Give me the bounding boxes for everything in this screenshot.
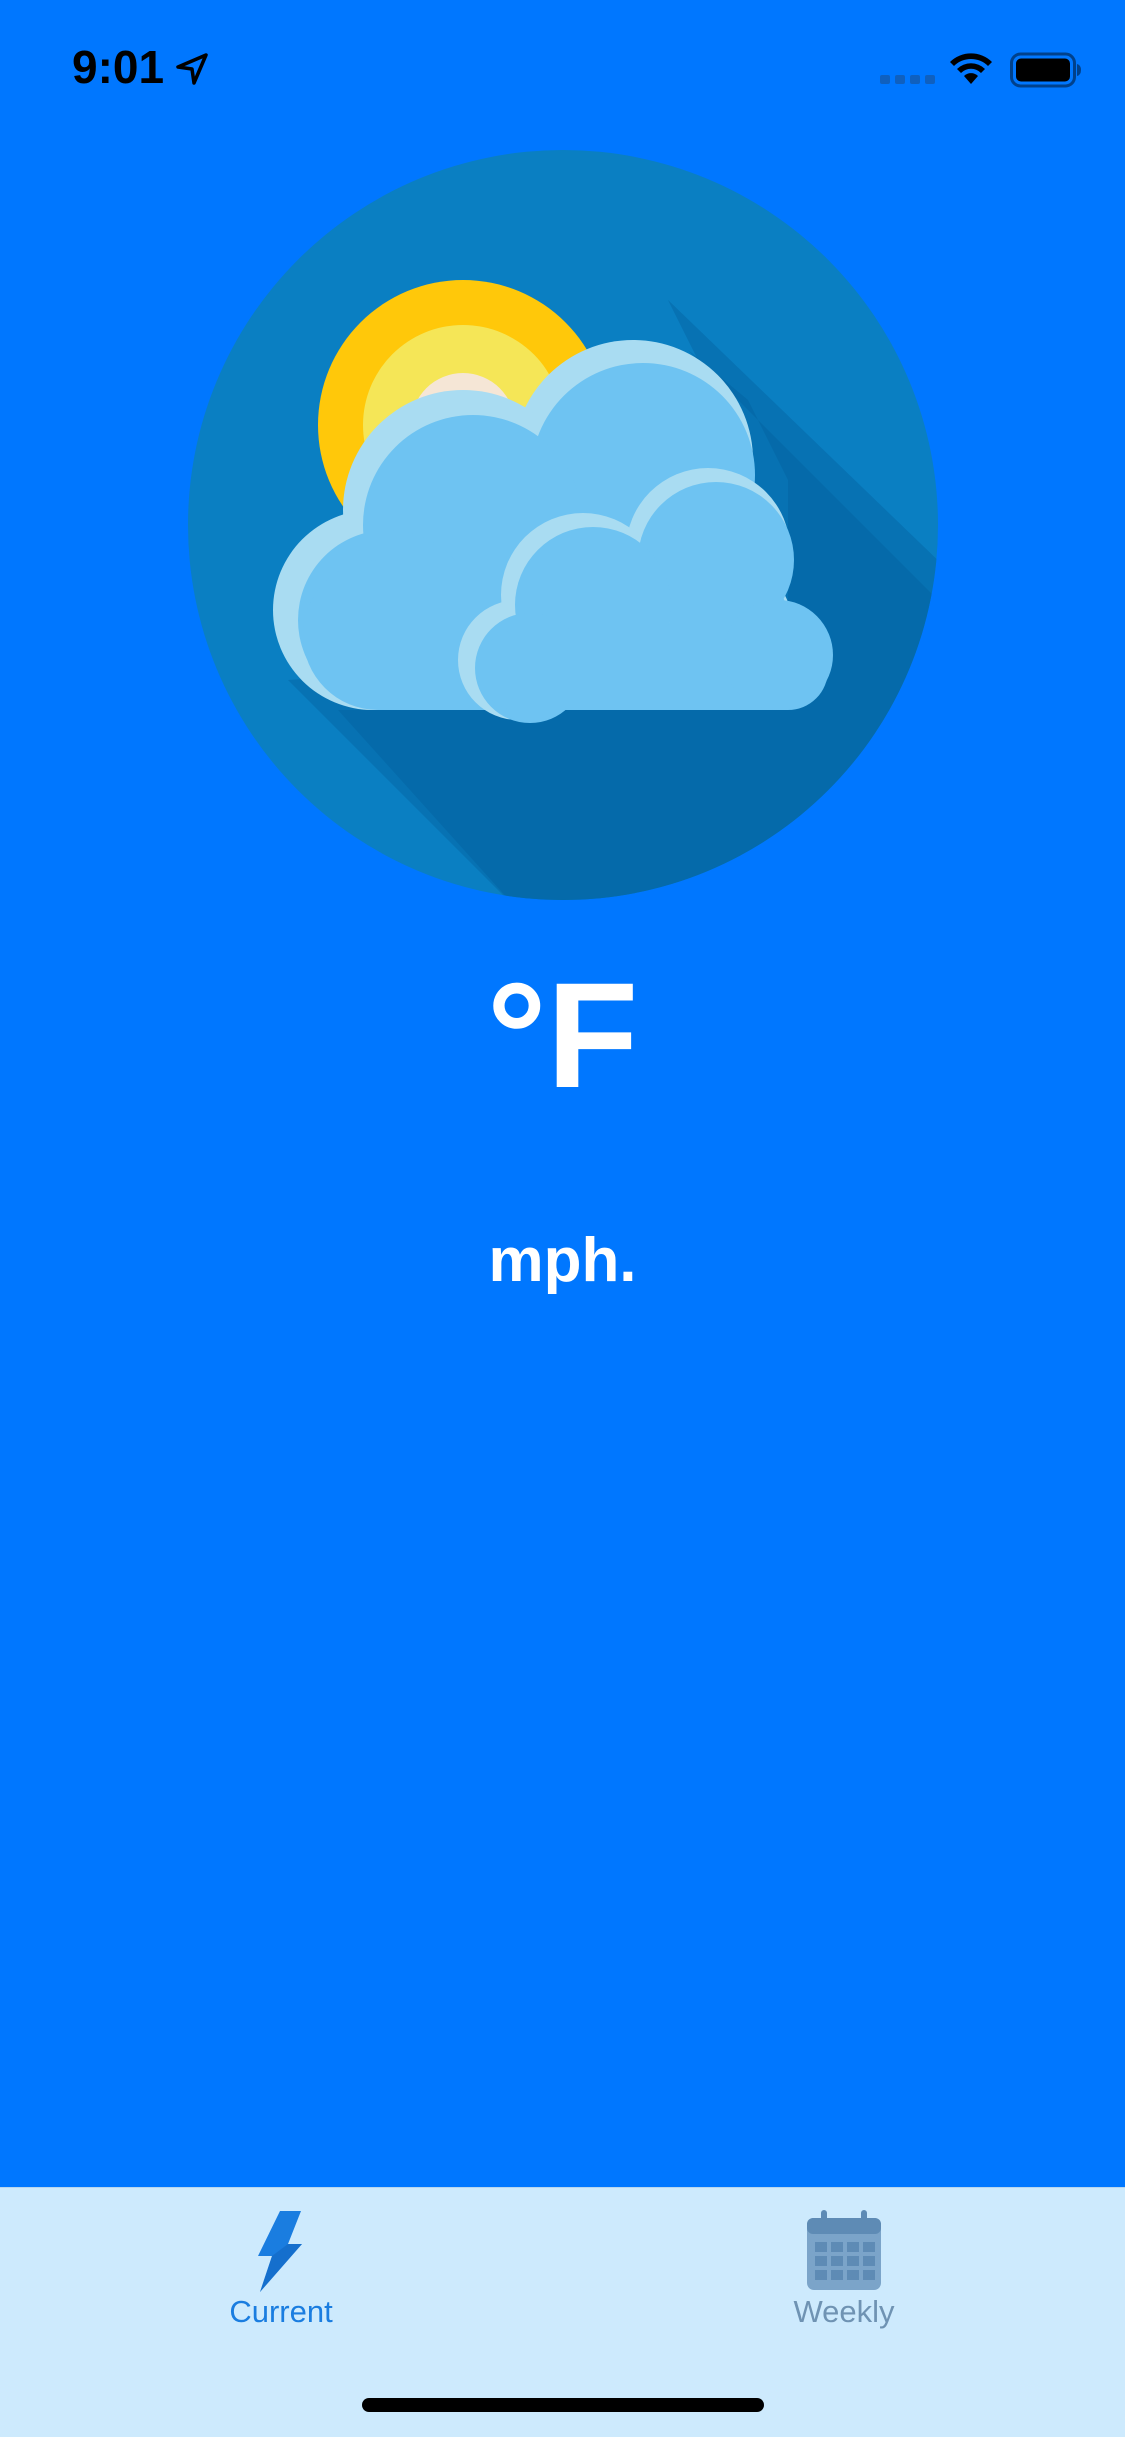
temperature-label: °F <box>486 951 639 1119</box>
tab-bar: Current Weekly <box>0 2187 1125 2437</box>
battery-icon <box>1010 52 1081 88</box>
location-arrow-icon <box>176 53 208 85</box>
weather-screen: 9:01 °F mph. Current Weekly <box>0 0 1125 2437</box>
calendar-icon <box>807 2210 881 2290</box>
tab-current[interactable]: Current <box>131 2188 431 2348</box>
home-indicator[interactable] <box>362 2398 764 2412</box>
wifi-icon <box>950 53 992 84</box>
cellular-signal-icon <box>880 75 935 84</box>
tab-weekly[interactable]: Weekly <box>694 2188 994 2348</box>
lightning-bolt-icon <box>258 2211 302 2292</box>
wind-speed-label: mph. <box>488 1226 637 1295</box>
status-bar: 9:01 <box>0 0 1125 140</box>
status-time: 9:01 <box>72 41 165 93</box>
tab-weekly-label: Weekly <box>793 2294 895 2329</box>
partly-cloudy-icon <box>188 150 938 900</box>
tab-current-label: Current <box>229 2294 333 2329</box>
